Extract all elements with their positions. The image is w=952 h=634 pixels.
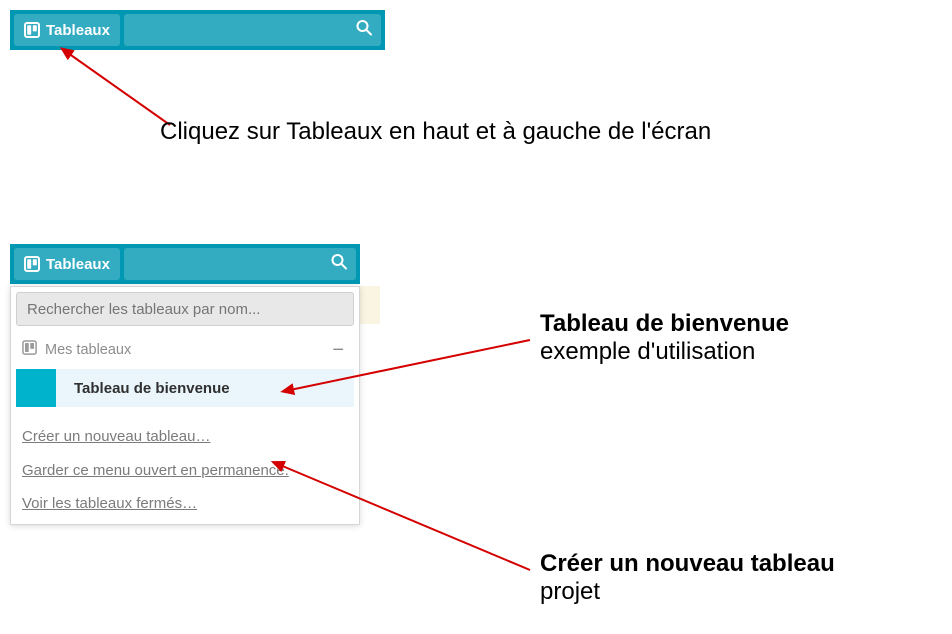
section-my-boards[interactable]: Mes tableaux − [16, 326, 354, 365]
app-header: Tableaux [10, 244, 360, 284]
collapse-icon[interactable]: − [332, 344, 348, 356]
link-closed-boards[interactable]: Voir les tableaux fermés… [22, 494, 197, 514]
link-create-board[interactable]: Créer un nouveau tableau… [22, 427, 210, 447]
board-color-swatch [16, 369, 56, 407]
annotation-create-title: Créer un nouveau tableau [540, 550, 835, 578]
board-search-input[interactable] [16, 292, 354, 326]
boards-icon [22, 340, 37, 359]
board-item-welcome[interactable]: Tableau de bienvenue [16, 369, 354, 407]
annotation-welcome-title: Tableau de bienvenue [540, 310, 789, 338]
search-icon [355, 19, 373, 42]
search-icon [330, 253, 348, 276]
annotation-welcome: Tableau de bienvenue exemple d'utilisati… [540, 310, 789, 366]
boards-icon [24, 256, 40, 272]
boards-menu: Mes tableaux − Tableau de bienvenue Crée… [10, 286, 360, 525]
board-item-title: Tableau de bienvenue [56, 380, 230, 397]
section-label: Mes tableaux [45, 342, 131, 358]
boards-button-label: Tableaux [46, 256, 110, 273]
annotation-create: Créer un nouveau tableau projet [540, 550, 835, 606]
search-box[interactable] [124, 248, 356, 280]
annotation-welcome-sub: exemple d'utilisation [540, 338, 789, 366]
boards-button-label: Tableaux [46, 22, 110, 39]
search-box[interactable] [124, 14, 381, 46]
boards-icon [24, 22, 40, 38]
link-keep-open[interactable]: Garder ce menu ouvert en permanence. [22, 461, 289, 481]
boards-button[interactable]: Tableaux [14, 248, 120, 280]
boards-button[interactable]: Tableaux [14, 14, 120, 46]
app-header: Tableaux [10, 10, 385, 50]
annotation-create-sub: projet [540, 578, 835, 606]
annotation-text-top: Cliquez sur Tableaux en haut et à gauche… [160, 118, 711, 146]
